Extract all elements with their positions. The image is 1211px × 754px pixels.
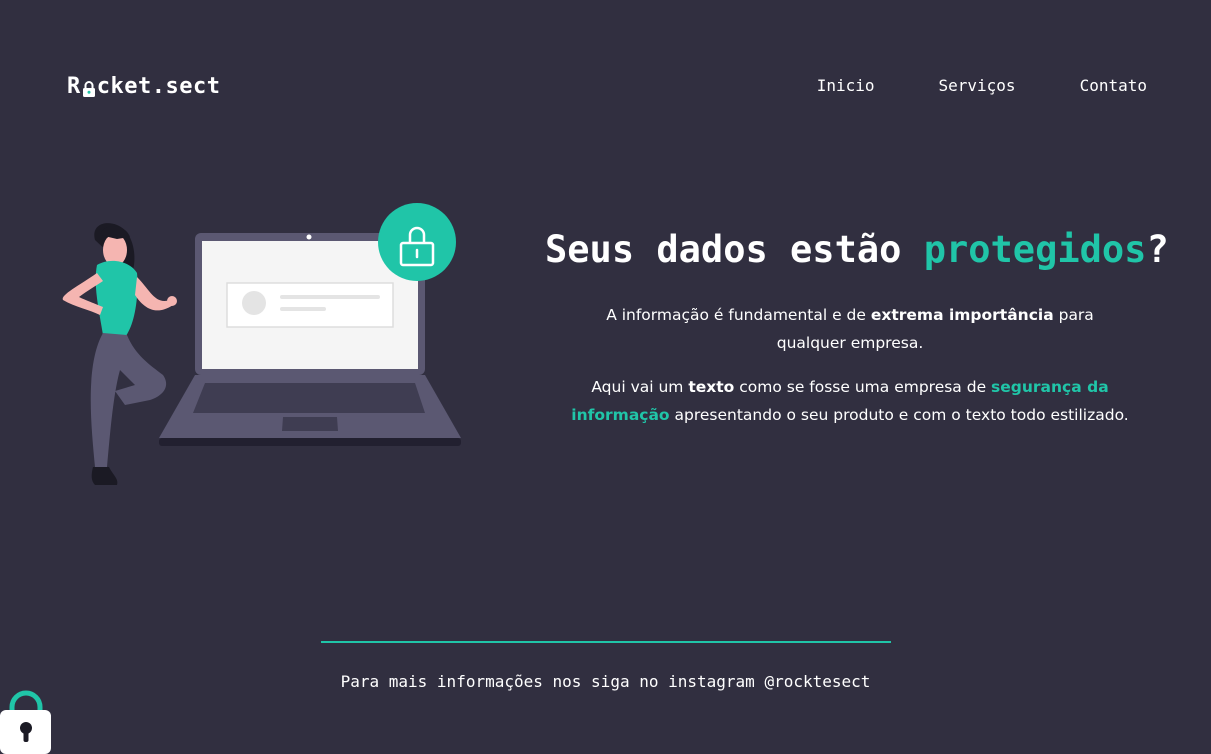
text: apresentando o seu produto e com o texto…: [669, 406, 1129, 424]
text: como se fosse uma empresa de: [734, 378, 992, 396]
nav-item-inicio[interactable]: Inicio: [817, 76, 875, 95]
logo-lock-icon: [82, 77, 96, 99]
logo-suffix: cket.sect: [96, 74, 221, 99]
footer-divider: [321, 641, 891, 643]
hero-paragraph-1: A informação é fundamental e de extrema …: [550, 301, 1150, 357]
text: A informação é fundamental e de: [606, 306, 871, 324]
security-illustration: [55, 195, 470, 490]
footer-text: Para mais informações nos siga no instag…: [340, 672, 871, 691]
nav-item-servicos[interactable]: Serviços: [939, 76, 1016, 95]
logo-prefix: R: [67, 74, 81, 99]
logo[interactable]: R cket.sect: [67, 74, 220, 99]
main-nav: Inicio Serviços Contato: [817, 76, 1147, 95]
hero-paragraph-2: Aqui vai um texto como se fosse uma empr…: [550, 373, 1150, 429]
bold-text: extrema importância: [870, 306, 1054, 324]
nav-item-contato[interactable]: Contato: [1080, 76, 1147, 95]
corner-lock-icon[interactable]: [0, 690, 52, 754]
hero: Seus dados estão protegidos? A informaçã…: [545, 228, 1169, 429]
site-header: R cket.sect Inicio Serviços Contato: [0, 0, 1211, 170]
woman-figure: [62, 223, 177, 485]
bold-text: texto: [688, 378, 735, 396]
hero-title: Seus dados estão protegidos?: [545, 228, 1169, 271]
text: Aqui vai um: [591, 378, 689, 396]
hero-title-part2: ?: [1146, 228, 1169, 271]
hero-title-accent: protegidos: [923, 228, 1147, 271]
hero-title-part1: Seus dados estão: [545, 228, 924, 271]
